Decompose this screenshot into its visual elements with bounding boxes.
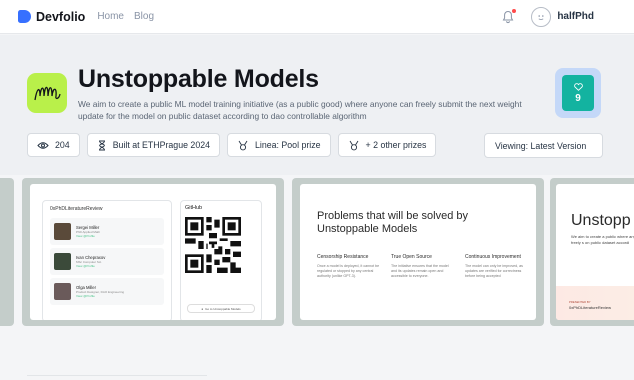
person-photo	[54, 283, 71, 300]
hourglass-icon	[98, 140, 105, 150]
gallery-slide-2[interactable]: Problems that will be solved by Unstoppa…	[292, 178, 544, 326]
problem-column: Censorship Resistance Once a model is de…	[317, 254, 380, 278]
brand-name: Devfolio	[36, 9, 86, 24]
other-prizes-chip[interactable]: + 2 other prizes	[337, 133, 437, 157]
project-header: Unstoppable Models We aim to create a pu…	[0, 35, 634, 175]
top-nav: Devfolio Home Blog halfPhd	[0, 0, 634, 34]
list-item: Ivan Chepraxov MSc Computer Sci. View @P…	[50, 248, 164, 275]
user-menu[interactable]: halfPhd	[531, 6, 616, 27]
avatar	[531, 6, 552, 27]
presented-by-label: PRESENTED BY	[569, 300, 591, 304]
team-panel: 0xPhDLiteratureReview Sergei Miller PhD …	[42, 200, 172, 320]
devfolio-logo-icon	[18, 10, 31, 23]
notification-dot	[512, 8, 517, 13]
github-link-button: ● Go to Unstoppable Models	[187, 304, 255, 313]
problem-column: True Open Source The initiative ensures …	[391, 254, 449, 278]
medal-icon	[238, 140, 248, 150]
notification-bell-icon[interactable]	[501, 8, 517, 24]
nav-blog-link[interactable]: Blog	[134, 11, 154, 22]
slide-description: We aim to create a public where anyone c…	[571, 234, 634, 245]
image-gallery[interactable]: 0xPhDLiteratureReview Sergei Miller PhD …	[0, 178, 634, 326]
github-icon: ●	[201, 306, 204, 311]
github-heading: GitHub	[185, 205, 203, 211]
project-title: Unstoppable Models	[78, 65, 319, 93]
team-heading: 0xPhDLiteratureReview	[50, 206, 103, 212]
slide-title: Unstopp	[571, 212, 631, 229]
nav-home-link[interactable]: Home	[97, 11, 124, 22]
presented-by-name: 0xPhDLiteratureReview	[569, 305, 612, 310]
like-count: 9	[575, 92, 581, 104]
list-item: Sergei Miller PhD Applied Math View @Pro…	[50, 218, 164, 245]
eye-icon	[37, 141, 49, 149]
gallery-slide-1[interactable]: 0xPhDLiteratureReview Sergei Miller PhD …	[22, 178, 284, 326]
project-description: We aim to create a public ML model train…	[78, 99, 522, 121]
gallery-slide-3[interactable]: Unstopp We aim to create a public where …	[550, 178, 634, 326]
built-at-chip[interactable]: Built at ETHPrague 2024	[86, 133, 220, 157]
views-count: 204	[55, 140, 70, 150]
prize-label: Linea: Pool prize	[255, 140, 321, 150]
github-panel: GitHub ● Go to Unstoppable Models	[180, 200, 262, 320]
person-photo	[54, 253, 71, 270]
other-prizes-label: + 2 other prizes	[365, 140, 427, 150]
project-logo	[27, 73, 67, 113]
medal-icon	[349, 140, 358, 150]
slide-title: Problems that will be solved by Unstoppa…	[317, 210, 469, 235]
views-chip: 204	[27, 133, 80, 157]
section-divider	[27, 375, 207, 376]
like-button[interactable]: 9	[555, 68, 601, 118]
person-photo	[54, 223, 71, 240]
devfolio-logo[interactable]: Devfolio	[18, 10, 85, 24]
heart-icon	[573, 82, 583, 91]
problem-column: Continuous Improvement The model can onl…	[465, 254, 523, 278]
list-item: Olga Miller Product Designer, DAO Engine…	[50, 278, 164, 305]
scribble-logo-icon	[34, 86, 61, 101]
version-select[interactable]: Viewing: Latest Version	[484, 133, 603, 158]
username: halfPhd	[557, 11, 594, 22]
qr-code-icon	[185, 217, 241, 273]
built-at-label: Built at ETHPrague 2024	[112, 140, 210, 150]
prize-chip[interactable]: Linea: Pool prize	[227, 133, 331, 157]
version-label: Viewing: Latest Version	[495, 140, 587, 151]
gallery-frame-prev[interactable]	[0, 178, 14, 326]
slide-footer-band	[556, 286, 634, 320]
